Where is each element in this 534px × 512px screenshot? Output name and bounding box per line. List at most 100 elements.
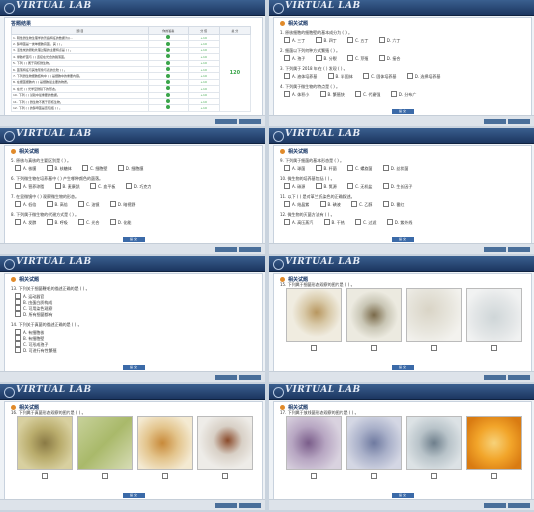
checkbox[interactable] xyxy=(378,55,385,61)
checkbox[interactable] xyxy=(382,183,389,189)
option-d[interactable]: D. 丝状菌 xyxy=(382,165,408,172)
submit-button[interactable]: 提 交 xyxy=(122,365,145,370)
option-d[interactable]: D. 所有细菌都有 xyxy=(15,311,53,318)
option-a[interactable]: A. 球菌 xyxy=(284,165,305,172)
option-b[interactable]: B. 呼吸 xyxy=(46,219,68,226)
option-d[interactable]: D. 六丁 xyxy=(378,37,400,44)
checkbox[interactable] xyxy=(284,183,290,189)
option-a[interactable]: A. 低倍 xyxy=(15,201,36,208)
option-d[interactable]: D. 生长因子 xyxy=(382,183,412,190)
footer-button-prev[interactable] xyxy=(484,119,506,124)
option-b[interactable]: B. 核糖体 xyxy=(46,165,72,172)
option-a[interactable]: A. 发酵 xyxy=(15,219,36,226)
option-c[interactable]: C. 五丁 xyxy=(347,37,368,44)
footer-button-next[interactable] xyxy=(239,503,261,508)
checkbox[interactable] xyxy=(355,219,362,225)
option-c[interactable]: C. 螺旋菌 xyxy=(347,165,372,172)
option-b[interactable]: B. 繁殖快 xyxy=(319,91,345,98)
option-c[interactable]: C. 代谢强 xyxy=(355,91,380,98)
option-d[interactable]: D. 巧克力 xyxy=(125,183,151,190)
footer-button-next[interactable] xyxy=(239,247,261,252)
checkbox[interactable] xyxy=(315,165,322,171)
submit-button[interactable]: 提 交 xyxy=(122,493,145,498)
checkbox[interactable] xyxy=(15,201,21,207)
checkbox[interactable] xyxy=(378,37,385,43)
checkbox[interactable] xyxy=(347,55,354,61)
footer-button-next[interactable] xyxy=(508,119,530,124)
footer-button-next[interactable] xyxy=(508,503,530,508)
option-c[interactable]: C. 无机盐 xyxy=(347,183,372,190)
checkbox[interactable] xyxy=(46,165,53,171)
checkbox[interactable] xyxy=(284,73,290,79)
checkbox[interactable] xyxy=(355,91,362,97)
footer-button-prev[interactable] xyxy=(215,503,237,508)
checkbox[interactable] xyxy=(319,91,326,97)
option-a[interactable]: A. 高压蒸汽 xyxy=(284,219,313,226)
checkbox[interactable] xyxy=(284,201,290,207)
checkbox-c[interactable] xyxy=(431,473,437,479)
checkbox[interactable] xyxy=(90,183,97,189)
option-c[interactable]: C. 过滤 xyxy=(355,219,376,226)
checkbox[interactable] xyxy=(54,183,61,189)
checkbox-a[interactable] xyxy=(311,345,317,351)
checkbox[interactable] xyxy=(284,165,290,171)
option-b[interactable]: B. 碘液 xyxy=(319,201,341,208)
checkbox[interactable] xyxy=(319,201,326,207)
submit-button[interactable]: 提 交 xyxy=(391,365,414,370)
checkbox[interactable] xyxy=(386,219,393,225)
option-b[interactable]: B. 四丁 xyxy=(315,37,337,44)
option-b[interactable]: B. 高倍 xyxy=(46,201,68,208)
option-c[interactable]: C. 油镜 xyxy=(78,201,99,208)
option-c[interactable]: C. 光合 xyxy=(78,219,99,226)
footer-button-prev[interactable] xyxy=(484,375,506,380)
option-a[interactable]: A. 孢子 xyxy=(284,55,305,62)
option-c[interactable]: C. 细胞壁 xyxy=(82,165,107,172)
submit-button[interactable]: 提 交 xyxy=(391,237,414,242)
checkbox[interactable] xyxy=(15,183,21,189)
option-d[interactable]: D. 分布广 xyxy=(390,91,416,98)
checkbox[interactable] xyxy=(390,91,397,97)
option-b[interactable]: B. 半固体 xyxy=(327,73,353,80)
checkbox[interactable] xyxy=(284,55,290,61)
checkbox[interactable] xyxy=(15,219,21,225)
checkbox[interactable] xyxy=(46,219,53,225)
option-d[interactable]: D. 化能 xyxy=(109,219,131,226)
submit-button[interactable]: 提 交 xyxy=(391,109,414,114)
option-d[interactable]: D. 可进行有性繁殖 xyxy=(15,347,57,354)
footer-button-next[interactable] xyxy=(508,247,530,252)
footer-button-prev[interactable] xyxy=(215,247,237,252)
checkbox[interactable] xyxy=(284,219,290,225)
checkbox-d[interactable] xyxy=(222,473,228,479)
checkbox[interactable] xyxy=(125,183,132,189)
option-a[interactable]: A. 三丁 xyxy=(284,37,305,44)
checkbox[interactable] xyxy=(327,73,334,79)
option-b[interactable]: B. 氮源 xyxy=(315,183,337,190)
checkbox-c[interactable] xyxy=(162,473,168,479)
checkbox[interactable] xyxy=(78,219,85,225)
checkbox[interactable] xyxy=(406,73,413,79)
checkbox[interactable] xyxy=(109,219,116,225)
checkbox[interactable] xyxy=(315,55,322,61)
footer-button-prev[interactable] xyxy=(215,119,237,124)
option-a[interactable]: A. 营养琼脂 xyxy=(15,183,44,190)
checkbox[interactable] xyxy=(15,347,21,353)
footer-button-prev[interactable] xyxy=(215,375,237,380)
option-c[interactable]: C. 乙醇 xyxy=(351,201,372,208)
option-a[interactable]: A. 液体培养基 xyxy=(284,73,317,80)
checkbox[interactable] xyxy=(109,201,116,207)
checkbox[interactable] xyxy=(284,37,290,43)
footer-button-next[interactable] xyxy=(239,119,261,124)
footer-button-next[interactable] xyxy=(508,375,530,380)
option-d[interactable]: D. 选择培养基 xyxy=(406,73,440,80)
option-b[interactable]: B. 分裂 xyxy=(315,55,337,62)
checkbox[interactable] xyxy=(82,165,89,171)
checkbox[interactable] xyxy=(382,201,389,207)
checkbox[interactable] xyxy=(347,183,354,189)
option-d[interactable]: D. 暗视野 xyxy=(109,201,135,208)
checkbox[interactable] xyxy=(46,201,53,207)
submit-button[interactable]: 提 交 xyxy=(122,237,145,242)
checkbox-a[interactable] xyxy=(42,473,48,479)
checkbox-b[interactable] xyxy=(371,345,377,351)
submit-button[interactable]: 提 交 xyxy=(391,493,414,498)
checkbox-d[interactable] xyxy=(491,345,497,351)
